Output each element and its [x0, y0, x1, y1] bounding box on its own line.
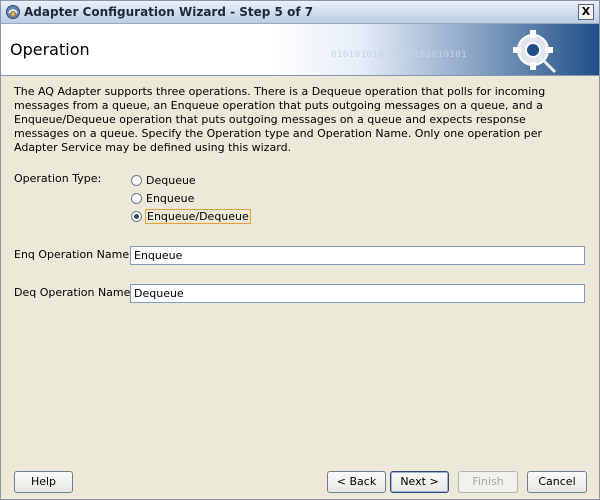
radio-circle[interactable] — [131, 175, 142, 186]
next-button-label: Next > — [400, 475, 439, 488]
title-bar[interactable]: Adapter Configuration Wizard - Step 5 of… — [1, 1, 599, 24]
wizard-content: The AQ Adapter supports three operations… — [1, 76, 599, 466]
radio-label-enqueue-dequeue: Enqueue/Dequeue — [145, 209, 251, 224]
operation-type-label: Operation Type: — [14, 172, 102, 185]
cancel-button[interactable]: Cancel — [527, 471, 587, 493]
back-button[interactable]: < Back — [327, 471, 386, 493]
finish-button-label: Finish — [472, 475, 504, 488]
enq-operation-name-input[interactable] — [130, 246, 585, 265]
cancel-button-label: Cancel — [538, 475, 576, 488]
gear-plug-icon — [513, 30, 557, 74]
window-title: Adapter Configuration Wizard - Step 5 of… — [24, 5, 314, 19]
back-button-label: < Back — [336, 475, 377, 488]
step-banner: Operation 01010101011010101010101 — [1, 24, 599, 76]
radio-circle-selected[interactable] — [131, 211, 142, 222]
banner-decoration-binary: 01010101011010101010101 — [331, 50, 468, 60]
radio-label-enqueue: Enqueue — [146, 192, 195, 205]
radio-dequeue[interactable]: Dequeue — [131, 172, 196, 189]
deq-operation-name-input[interactable] — [130, 284, 585, 303]
next-button[interactable]: Next > — [390, 471, 449, 493]
radio-circle[interactable] — [131, 193, 142, 204]
adapter-icon — [6, 5, 20, 19]
close-icon: X — [581, 5, 591, 18]
wizard-window: Adapter Configuration Wizard - Step 5 of… — [0, 0, 600, 500]
radio-enqueue-dequeue[interactable]: Enqueue/Dequeue — [131, 208, 251, 225]
radio-enqueue[interactable]: Enqueue — [131, 190, 194, 207]
radio-label-dequeue: Dequeue — [146, 174, 196, 187]
deq-operation-name-label: Deq Operation Name: — [14, 286, 135, 299]
close-button[interactable]: X — [578, 4, 594, 20]
help-button-label: Help — [30, 475, 57, 488]
finish-button: Finish — [458, 471, 518, 493]
description-text: The AQ Adapter supports three operations… — [14, 85, 546, 154]
help-button[interactable]: Help — [14, 471, 73, 493]
enq-operation-name-label: Enq Operation Name: — [14, 248, 133, 261]
step-title: Operation — [10, 40, 90, 59]
